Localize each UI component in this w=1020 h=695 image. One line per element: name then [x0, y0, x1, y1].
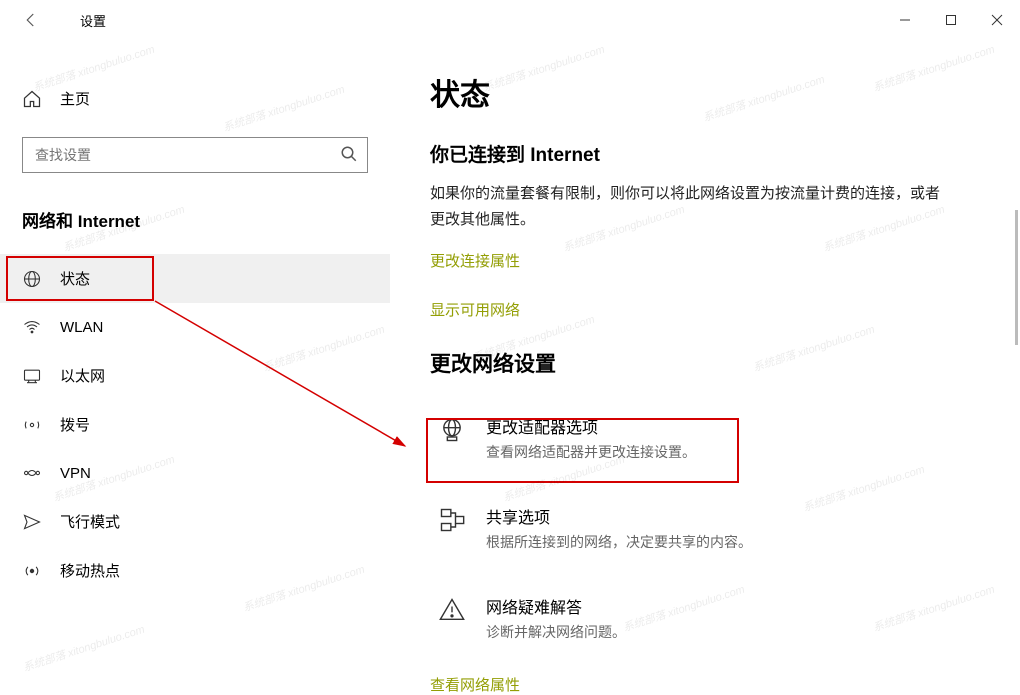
sidebar-section-title: 网络和 Internet — [22, 207, 368, 232]
title-bar: 设置 — [0, 0, 1020, 40]
sidebar-item-label: 状态 — [60, 268, 90, 289]
vpn-icon — [22, 463, 42, 483]
airplane-icon — [22, 512, 42, 532]
setting-troubleshoot[interactable]: 网络疑难解答 诊断并解决网络问题。 — [430, 584, 980, 652]
sidebar-item-label: 飞行模式 — [60, 511, 120, 532]
setting-title: 共享选项 — [486, 504, 752, 528]
sidebar-item-airplane[interactable]: 飞行模式 — [0, 497, 390, 546]
setting-adapter-options[interactable]: 更改适配器选项 查看网络适配器并更改连接设置。 — [430, 404, 980, 472]
window-controls — [882, 0, 1020, 40]
sidebar-item-vpn[interactable]: VPN — [0, 449, 390, 497]
globe-icon — [438, 416, 466, 444]
sidebar-home[interactable]: 主页 — [0, 78, 390, 119]
scrollbar[interactable] — [1015, 210, 1018, 345]
sidebar-item-ethernet[interactable]: 以太网 — [0, 351, 390, 400]
window-title: 设置 — [80, 11, 106, 30]
home-icon — [22, 89, 42, 109]
sidebar-item-hotspot[interactable]: 移动热点 — [0, 546, 390, 595]
dial-icon — [22, 415, 42, 435]
link-view-network-props[interactable]: 查看网络属性 — [430, 674, 980, 695]
sidebar-item-dialup[interactable]: 拨号 — [0, 400, 390, 449]
main-content: 状态 你已连接到 Internet 如果你的流量套餐有限制，则你可以将此网络设置… — [390, 40, 1020, 674]
sidebar-item-label: 拨号 — [60, 414, 90, 435]
sidebar-item-label: WLAN — [60, 319, 103, 336]
setting-desc: 查看网络适配器并更改连接设置。 — [486, 442, 696, 462]
setting-desc: 根据所连接到的网络，决定要共享的内容。 — [486, 532, 752, 552]
page-title: 状态 — [430, 70, 980, 114]
warning-icon — [438, 596, 466, 624]
sidebar-nav: 状态 WLAN 以太网 — [0, 254, 390, 595]
sidebar-item-label: 移动热点 — [60, 560, 120, 581]
ethernet-icon — [22, 366, 42, 386]
sidebar-item-label: VPN — [60, 465, 91, 482]
connected-body: 如果你的流量套餐有限制，则你可以将此网络设置为按流量计费的连接，或者更改其他属性… — [430, 181, 950, 232]
setting-desc: 诊断并解决网络问题。 — [486, 622, 626, 642]
back-button[interactable] — [12, 0, 50, 40]
maximize-button[interactable] — [928, 0, 974, 40]
connected-heading: 你已连接到 Internet — [430, 140, 980, 167]
wifi-icon — [22, 317, 42, 337]
sidebar-home-label: 主页 — [60, 88, 90, 109]
setting-title: 更改适配器选项 — [486, 414, 696, 438]
sidebar: 主页 网络和 Internet 状态 — [0, 40, 390, 674]
setting-sharing-options[interactable]: 共享选项 根据所连接到的网络，决定要共享的内容。 — [430, 494, 980, 562]
change-network-settings-heading: 更改网络设置 — [430, 348, 980, 378]
link-show-networks[interactable]: 显示可用网络 — [430, 299, 980, 320]
globe-icon — [22, 269, 42, 289]
minimize-button[interactable] — [882, 0, 928, 40]
sidebar-item-status[interactable]: 状态 — [0, 254, 390, 303]
close-button[interactable] — [974, 0, 1020, 40]
share-icon — [438, 506, 466, 534]
link-change-connection-props[interactable]: 更改连接属性 — [430, 250, 980, 271]
search-icon — [340, 145, 358, 163]
sidebar-item-label: 以太网 — [60, 365, 105, 386]
hotspot-icon — [22, 561, 42, 581]
search-input[interactable] — [22, 137, 368, 173]
sidebar-item-wlan[interactable]: WLAN — [0, 303, 390, 351]
setting-title: 网络疑难解答 — [486, 594, 626, 618]
search-wrap — [22, 137, 368, 173]
